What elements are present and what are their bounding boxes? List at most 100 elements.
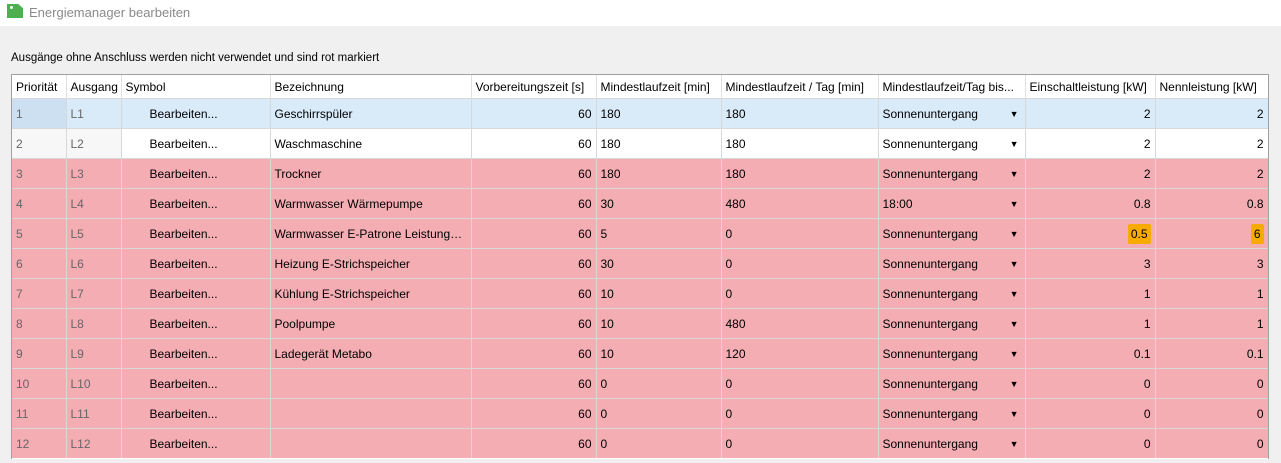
min-runtime-cell[interactable]: 180 (596, 158, 722, 189)
preparation-time-cell[interactable]: 60 (471, 158, 597, 189)
min-runtime-cell[interactable]: 180 (596, 98, 722, 129)
edit-symbol-button[interactable]: Bearbeiten... (121, 98, 271, 129)
min-runtime-day-cell[interactable]: 180 (721, 158, 879, 189)
dropdown-arrow-icon[interactable]: ▼ (1010, 139, 1019, 149)
min-runtime-day-cell[interactable]: 0 (721, 278, 879, 309)
column-header-einschaltleistung[interactable]: Einschaltleistung [kW] (1025, 75, 1156, 99)
name-cell[interactable] (270, 398, 472, 429)
switch-on-power-cell[interactable]: 1 (1025, 308, 1156, 339)
name-cell[interactable]: Ladegerät Metabo (270, 338, 472, 369)
until-dropdown[interactable]: Sonnenuntergang ▼ (878, 368, 1026, 399)
dropdown-arrow-icon[interactable]: ▼ (1010, 319, 1019, 329)
switch-on-power-cell[interactable]: 2 (1025, 98, 1156, 129)
column-header-symbol[interactable]: Symbol (121, 75, 271, 99)
name-cell[interactable]: Poolpumpe (270, 308, 472, 339)
table-row[interactable]: 1 L1 Bearbeiten... Geschirrspüler 60 180 180 So… (12, 98, 1268, 129)
nominal-power-cell[interactable]: 0 (1155, 428, 1268, 458)
column-header-mindestlaufzeit-tag[interactable]: Mindestlaufzeit / Tag [min] (721, 75, 879, 99)
edit-symbol-button[interactable]: Bearbeiten... (121, 188, 271, 219)
min-runtime-day-cell[interactable]: 180 (721, 128, 879, 159)
edit-symbol-button[interactable]: Bearbeiten... (121, 218, 271, 249)
min-runtime-cell[interactable]: 5 (596, 218, 722, 249)
min-runtime-cell[interactable]: 0 (596, 398, 722, 429)
table-row[interactable]: 3 L3 Bearbeiten... Trockner 60 180 180 Sonnenun… (12, 158, 1268, 189)
edit-symbol-button[interactable]: Bearbeiten... (121, 338, 271, 369)
min-runtime-day-cell[interactable]: 480 (721, 308, 879, 339)
name-cell[interactable]: Warmwasser E-Patrone Leistungss... (270, 218, 472, 249)
nominal-power-cell[interactable]: 0 (1155, 398, 1268, 429)
table-row[interactable]: 5 L5 Bearbeiten... Warmwasser E-Patrone Lei… (12, 218, 1268, 249)
preparation-time-cell[interactable]: 60 (471, 308, 597, 339)
preparation-time-cell[interactable]: 60 (471, 218, 597, 249)
min-runtime-cell[interactable]: 0 (596, 428, 722, 458)
edit-symbol-button[interactable]: Bearbeiten... (121, 308, 271, 339)
switch-on-power-cell[interactable]: 0 (1025, 398, 1156, 429)
nominal-power-cell[interactable]: 6 (1155, 218, 1268, 249)
table-row[interactable]: 11 L11 Bearbeiten... 60 0 0 Sonnenuntergang ▼ 0 0 (12, 398, 1268, 429)
min-runtime-cell[interactable]: 0 (596, 368, 722, 399)
edit-symbol-button[interactable]: Bearbeiten... (121, 128, 271, 159)
preparation-time-cell[interactable]: 60 (471, 428, 597, 458)
nominal-power-cell[interactable]: 3 (1155, 248, 1268, 279)
until-dropdown[interactable]: Sonnenuntergang ▼ (878, 128, 1026, 159)
preparation-time-cell[interactable]: 60 (471, 278, 597, 309)
dropdown-arrow-icon[interactable]: ▼ (1010, 409, 1019, 419)
until-dropdown[interactable]: Sonnenuntergang ▼ (878, 158, 1026, 189)
until-dropdown[interactable]: Sonnenuntergang ▼ (878, 278, 1026, 309)
edit-symbol-button[interactable]: Bearbeiten... (121, 158, 271, 189)
switch-on-power-cell[interactable]: 2 (1025, 128, 1156, 159)
dropdown-arrow-icon[interactable]: ▼ (1010, 259, 1019, 269)
until-dropdown[interactable]: Sonnenuntergang ▼ (878, 98, 1026, 129)
edit-symbol-button[interactable]: Bearbeiten... (121, 248, 271, 279)
name-cell[interactable] (270, 368, 472, 399)
table-row[interactable]: 12 L12 Bearbeiten... 60 0 0 Sonnenuntergang ▼ 0 0 (12, 428, 1268, 458)
table-row[interactable]: 7 L7 Bearbeiten... Kühlung E-Strichspeicher… (12, 278, 1268, 309)
nominal-power-cell[interactable]: 0 (1155, 368, 1268, 399)
until-dropdown[interactable]: 18:00 ▼ (878, 188, 1026, 219)
min-runtime-cell[interactable]: 180 (596, 128, 722, 159)
name-cell[interactable]: Kühlung E-Strichspeicher (270, 278, 472, 309)
min-runtime-cell[interactable]: 10 (596, 338, 722, 369)
min-runtime-cell[interactable]: 10 (596, 308, 722, 339)
column-header-mindestlaufzeit-bis[interactable]: Mindestlaufzeit/Tag bis... (878, 75, 1026, 99)
min-runtime-day-cell[interactable]: 0 (721, 428, 879, 458)
dropdown-arrow-icon[interactable]: ▼ (1010, 229, 1019, 239)
name-cell[interactable]: Trockner (270, 158, 472, 189)
edit-symbol-button[interactable]: Bearbeiten... (121, 398, 271, 429)
dropdown-arrow-icon[interactable]: ▼ (1010, 439, 1019, 449)
table-row[interactable]: 8 L8 Bearbeiten... Poolpumpe 60 10 480 Sonnenun… (12, 308, 1268, 339)
min-runtime-day-cell[interactable]: 0 (721, 218, 879, 249)
min-runtime-day-cell[interactable]: 120 (721, 338, 879, 369)
column-header-vorbereitungszeit[interactable]: Vorbereitungszeit [s] (471, 75, 597, 99)
nominal-power-cell[interactable]: 1 (1155, 308, 1268, 339)
name-cell[interactable] (270, 428, 472, 458)
column-header-bezeichnung[interactable]: Bezeichnung (270, 75, 472, 99)
dropdown-arrow-icon[interactable]: ▼ (1010, 109, 1019, 119)
table-row[interactable]: 10 L10 Bearbeiten... 60 0 0 Sonnenuntergang ▼ 0 0 (12, 368, 1268, 399)
dropdown-arrow-icon[interactable]: ▼ (1010, 289, 1019, 299)
column-header-nennleistung[interactable]: Nennleistung [kW] (1155, 75, 1268, 99)
nominal-power-cell[interactable]: 2 (1155, 98, 1268, 129)
min-runtime-day-cell[interactable]: 480 (721, 188, 879, 219)
dropdown-arrow-icon[interactable]: ▼ (1010, 349, 1019, 359)
switch-on-power-cell[interactable]: 3 (1025, 248, 1156, 279)
until-dropdown[interactable]: Sonnenuntergang ▼ (878, 338, 1026, 369)
until-dropdown[interactable]: Sonnenuntergang ▼ (878, 248, 1026, 279)
switch-on-power-cell[interactable]: 0.1 (1025, 338, 1156, 369)
table-row[interactable]: 9 L9 Bearbeiten... Ladegerät Metabo 60 10 120 S… (12, 338, 1268, 369)
preparation-time-cell[interactable]: 60 (471, 188, 597, 219)
dropdown-arrow-icon[interactable]: ▼ (1010, 199, 1019, 209)
switch-on-power-cell[interactable]: 0 (1025, 428, 1156, 458)
name-cell[interactable]: Warmwasser Wärmepumpe (270, 188, 472, 219)
min-runtime-day-cell[interactable]: 180 (721, 98, 879, 129)
min-runtime-cell[interactable]: 10 (596, 278, 722, 309)
dropdown-arrow-icon[interactable]: ▼ (1010, 379, 1019, 389)
switch-on-power-cell[interactable]: 1 (1025, 278, 1156, 309)
preparation-time-cell[interactable]: 60 (471, 368, 597, 399)
preparation-time-cell[interactable]: 60 (471, 98, 597, 129)
until-dropdown[interactable]: Sonnenuntergang ▼ (878, 428, 1026, 458)
name-cell[interactable]: Waschmaschine (270, 128, 472, 159)
nominal-power-cell[interactable]: 0.8 (1155, 188, 1268, 219)
preparation-time-cell[interactable]: 60 (471, 338, 597, 369)
nominal-power-cell[interactable]: 2 (1155, 128, 1268, 159)
